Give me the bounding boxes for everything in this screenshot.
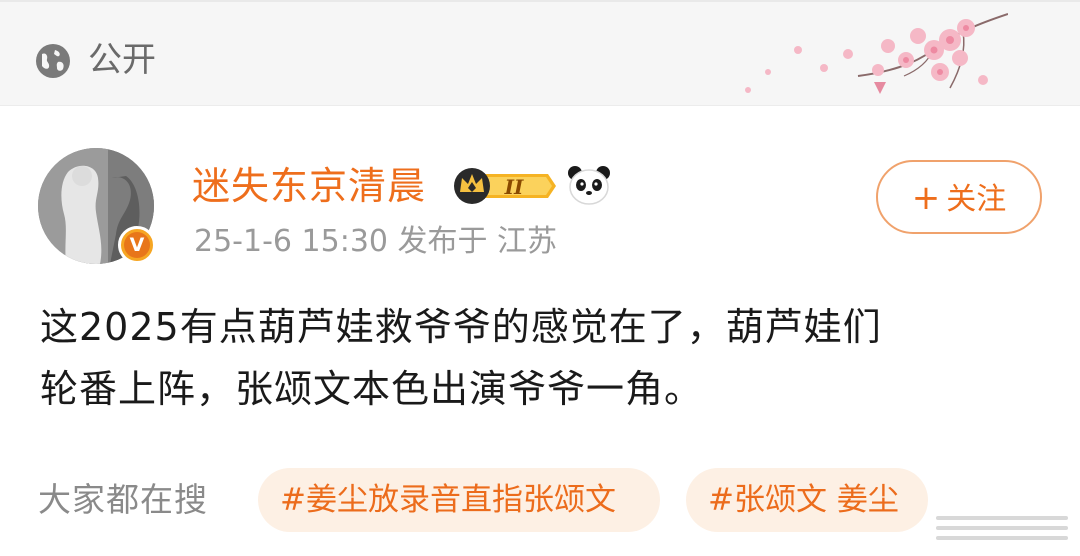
plus-icon: + xyxy=(911,178,941,218)
cherry-blossom-decoration xyxy=(745,13,1008,94)
post-meta: 25-1-6 15:30 发布于 江苏 xyxy=(194,224,558,259)
visibility-label: 公开 xyxy=(88,40,156,80)
crown-icon xyxy=(454,168,490,204)
panda-icon xyxy=(568,166,610,205)
vip-level-badge: II xyxy=(454,168,556,204)
visibility-bar: 公开 xyxy=(0,0,1080,106)
trending-topic-chip[interactable]: #姜尘放录音直指张颂文 xyxy=(258,468,660,532)
trending-topic-chip[interactable]: #张颂文 姜尘 xyxy=(686,468,928,532)
vip-level-text: II xyxy=(504,175,524,199)
globe-icon xyxy=(36,44,70,78)
follow-label: 关注 xyxy=(946,182,1007,217)
trending-label: 大家都在搜 xyxy=(38,480,208,519)
author-name[interactable]: 迷失东京清晨 xyxy=(192,162,426,210)
post-content: 这2025有点葫芦娃救爷爷的感觉在了，葫芦娃们 轮番上阵，张颂文本色出演爷爷一角… xyxy=(40,296,1050,420)
follow-button[interactable]: + 关注 xyxy=(876,160,1042,234)
post-content-line: 这2025有点葫芦娃救爷爷的感觉在了，葫芦娃们 xyxy=(40,305,882,349)
verified-mark: V xyxy=(129,234,145,256)
post-content-line: 轮番上阵，张颂文本色出演爷爷一角。 xyxy=(40,367,704,411)
verified-badge: V xyxy=(118,226,156,264)
home-indicator xyxy=(936,516,1068,546)
